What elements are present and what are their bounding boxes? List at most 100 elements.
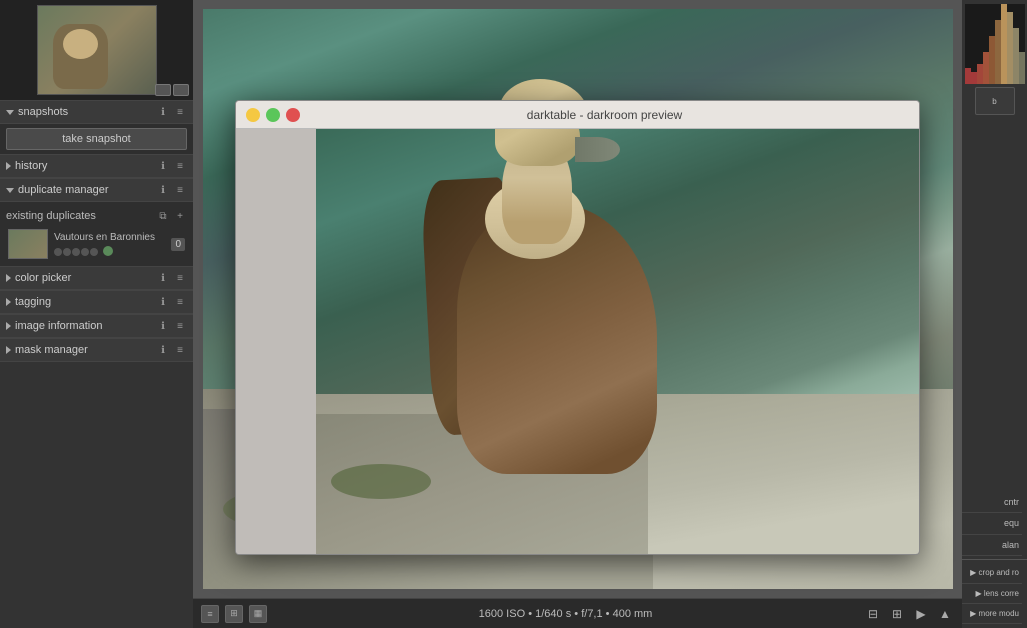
popup-close-button[interactable] (286, 108, 300, 122)
history-info-icon[interactable]: ℹ (156, 159, 170, 173)
thumb-ctrl-1[interactable] (155, 84, 171, 96)
hist-bar-10 (1019, 52, 1025, 84)
mask-manager-info-icon[interactable]: ℹ (156, 343, 170, 357)
status-grid-icon[interactable]: ⊟ (864, 605, 882, 623)
history-settings-icon[interactable]: ≡ (173, 159, 187, 173)
star-4 (81, 248, 89, 256)
darkroom-popup: darktable - darkroom preview (235, 100, 920, 555)
duplicate-thumbnail (8, 229, 48, 259)
duplicate-manager-section-header[interactable]: duplicate manager ℹ ≡ (0, 178, 193, 202)
tagging-arrow-icon (6, 298, 11, 306)
existing-duplicates-header: existing duplicates ⧉ + (6, 206, 187, 226)
image-information-label: image information (15, 320, 102, 332)
duplicate-color-dot (103, 246, 113, 256)
duplicate-item: Vautours en Baronnies 0 (6, 226, 187, 262)
duplicate-manager-content: existing duplicates ⧉ + Vautours en Baro… (0, 202, 193, 266)
more-label: ▶ more modu (970, 609, 1019, 618)
existing-add-icon[interactable]: + (173, 209, 187, 223)
color-picker-info-icon[interactable]: ℹ (156, 271, 170, 285)
existing-copy-icon[interactable]: ⧉ (156, 209, 170, 223)
color-picker-settings-icon[interactable]: ≡ (173, 271, 187, 285)
snapshots-header-left: snapshots (6, 106, 68, 118)
status-focal: 400 mm (613, 608, 653, 620)
popup-bird-beak (575, 137, 620, 162)
duplicate-item-info: Vautours en Baronnies (54, 232, 165, 256)
image-information-header-left: image information (6, 320, 102, 332)
thumb-controls (155, 84, 189, 96)
duplicate-manager-label: duplicate manager (18, 184, 109, 196)
history-icons: ℹ ≡ (156, 159, 187, 173)
mask-manager-header-left: mask manager (6, 344, 88, 356)
status-icon-export[interactable]: ▦ (249, 605, 267, 623)
right-item-cntr[interactable]: cntr (962, 492, 1022, 514)
mask-manager-section-header[interactable]: mask manager ℹ ≡ (0, 338, 193, 362)
thumb-ctrl-2[interactable] (173, 84, 189, 96)
snapshots-info-icon[interactable]: ℹ (156, 105, 170, 119)
image-information-section-header[interactable]: image information ℹ ≡ (0, 314, 193, 338)
status-aperture: f/7,1 (581, 608, 602, 620)
popup-image-area (316, 129, 919, 554)
image-information-icons: ℹ ≡ (156, 319, 187, 333)
duplicate-manager-icons: ℹ ≡ (156, 183, 187, 197)
right-tool-icon-1[interactable]: b (975, 87, 1015, 115)
take-snapshot-button[interactable]: take snapshot (6, 128, 187, 150)
popup-bird-head (495, 129, 580, 166)
history-arrow-icon (6, 162, 11, 170)
popup-bird (427, 129, 687, 474)
popup-maximize-button[interactable] (266, 108, 280, 122)
status-bar: ≡ ⊞ ▦ 1600 ISO • 1/640 s • f/7,1 • 400 m… (193, 598, 962, 628)
popup-title: darktable - darkroom preview (300, 108, 909, 122)
sep3: • (606, 608, 613, 620)
left-panel: snapshots ℹ ≡ take snapshot history ℹ ≡ … (0, 0, 193, 628)
history-header-left: history (6, 160, 47, 172)
duplicate-manager-header-left: duplicate manager (6, 184, 109, 196)
color-picker-icons: ℹ ≡ (156, 271, 187, 285)
history-label: history (15, 160, 47, 172)
histogram-bars (965, 4, 1025, 84)
crop-label: ▶ crop and ro (970, 568, 1019, 577)
duplicate-badge: 0 (171, 238, 185, 251)
histogram (965, 4, 1025, 84)
color-picker-label: color picker (15, 272, 71, 284)
thumbnail-area (0, 0, 193, 100)
right-item-more[interactable]: ▶ more modu (962, 604, 1022, 624)
popup-titlebar: darktable - darkroom preview (236, 101, 919, 129)
duplicate-name: Vautours en Baronnies (54, 232, 165, 243)
status-left: ≡ ⊞ ▦ (201, 605, 267, 623)
tagging-section-header[interactable]: tagging ℹ ≡ (0, 290, 193, 314)
duplicate-stars (54, 248, 98, 256)
tagging-label: tagging (15, 296, 51, 308)
image-information-info-icon[interactable]: ℹ (156, 319, 170, 333)
right-item-crop[interactable]: ▶ crop and ro (962, 563, 1022, 583)
popup-minimize-button[interactable] (246, 108, 260, 122)
tagging-header-left: tagging (6, 296, 51, 308)
mask-manager-arrow-icon (6, 346, 11, 354)
duplicate-manager-arrow-icon (6, 188, 14, 193)
mask-manager-icons: ℹ ≡ (156, 343, 187, 357)
right-item-alan[interactable]: alan (962, 535, 1022, 557)
status-play-icon[interactable]: ▶ (912, 605, 930, 623)
history-section-header[interactable]: history ℹ ≡ (0, 154, 193, 178)
status-exif-text: 1600 ISO • 1/640 s • f/7,1 • 400 mm (479, 608, 653, 620)
tagging-settings-icon[interactable]: ≡ (173, 295, 187, 309)
color-picker-section-header[interactable]: color picker ℹ ≡ (0, 266, 193, 290)
snapshots-settings-icon[interactable]: ≡ (173, 105, 187, 119)
status-iso: 1600 ISO (479, 608, 525, 620)
status-icon-image[interactable]: ⊞ (225, 605, 243, 623)
snapshots-section-header[interactable]: snapshots ℹ ≡ (0, 100, 193, 124)
mask-manager-settings-icon[interactable]: ≡ (173, 343, 187, 357)
duplicate-manager-info-icon[interactable]: ℹ (156, 183, 170, 197)
color-picker-header-left: color picker (6, 272, 71, 284)
duplicate-manager-settings-icon[interactable]: ≡ (173, 183, 187, 197)
image-information-settings-icon[interactable]: ≡ (173, 319, 187, 333)
popup-left-strip (236, 129, 316, 554)
right-item-equ[interactable]: equ (962, 513, 1022, 535)
tagging-info-icon[interactable]: ℹ (156, 295, 170, 309)
status-triangle-icon[interactable]: ▲ (936, 605, 954, 623)
snapshots-arrow-icon (6, 110, 14, 115)
status-icon-list[interactable]: ≡ (201, 605, 219, 623)
right-item-lens[interactable]: ▶ lens corre (962, 584, 1022, 604)
snapshots-content: take snapshot (0, 124, 193, 154)
status-raw-icon[interactable]: ⊞ (888, 605, 906, 623)
mask-manager-label: mask manager (15, 344, 88, 356)
